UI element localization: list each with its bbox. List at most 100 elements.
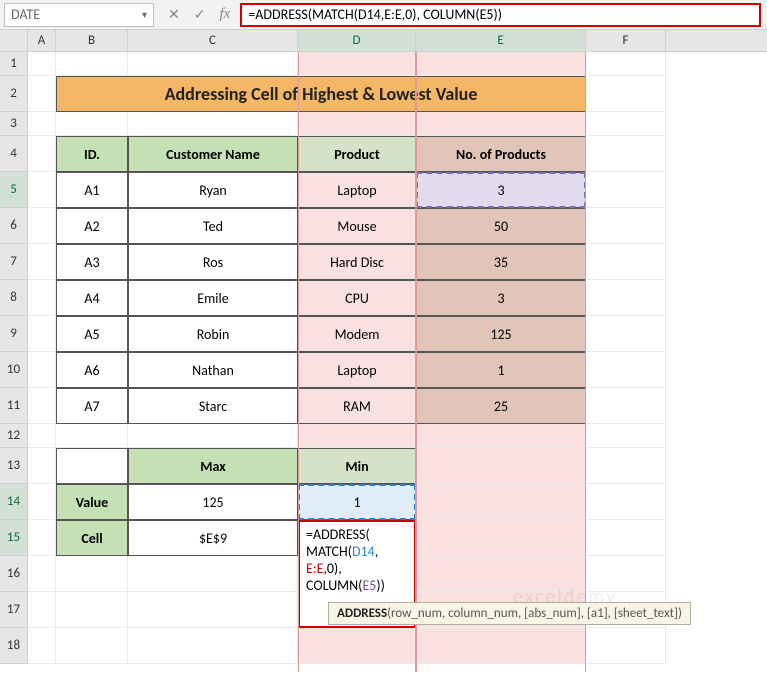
- fx-icon[interactable]: fx: [219, 6, 230, 23]
- td-product[interactable]: RAM: [298, 388, 416, 424]
- cell[interactable]: [298, 112, 416, 136]
- cell[interactable]: [586, 76, 666, 112]
- td-product[interactable]: Laptop: [298, 352, 416, 388]
- cell[interactable]: [586, 208, 666, 244]
- row-header-11[interactable]: 11: [0, 388, 28, 424]
- max-value[interactable]: 125: [128, 484, 298, 520]
- row-header-15[interactable]: 15: [0, 520, 28, 556]
- row-header-3[interactable]: 3: [0, 112, 28, 136]
- cell[interactable]: [28, 244, 56, 280]
- td-id[interactable]: A5: [56, 316, 128, 352]
- cell[interactable]: [298, 424, 416, 448]
- max-label[interactable]: Max: [128, 448, 298, 484]
- cell[interactable]: [586, 52, 666, 76]
- cell[interactable]: [586, 388, 666, 424]
- cell[interactable]: [56, 424, 128, 448]
- td-qty[interactable]: 125: [416, 316, 586, 352]
- min-label[interactable]: Min: [298, 448, 416, 484]
- cell[interactable]: [586, 448, 666, 484]
- name-box[interactable]: DATE ▾: [4, 3, 154, 27]
- row-header-12[interactable]: 12: [0, 424, 28, 448]
- td-qty[interactable]: 35: [416, 244, 586, 280]
- cell[interactable]: [416, 628, 586, 664]
- td-customer[interactable]: Ros: [128, 244, 298, 280]
- cell[interactable]: [586, 244, 666, 280]
- cell[interactable]: [416, 52, 586, 76]
- cell[interactable]: [28, 448, 56, 484]
- cell[interactable]: [128, 52, 298, 76]
- cell[interactable]: [586, 484, 666, 520]
- row-header-16[interactable]: 16: [0, 556, 28, 592]
- cell[interactable]: [28, 136, 56, 172]
- cell[interactable]: [416, 520, 586, 556]
- row-header-5[interactable]: 5: [0, 172, 28, 208]
- td-product[interactable]: CPU: [298, 280, 416, 316]
- td-qty[interactable]: 1: [416, 352, 586, 388]
- row-header-7[interactable]: 7: [0, 244, 28, 280]
- th-qty[interactable]: No. of Products: [416, 136, 586, 172]
- cancel-icon[interactable]: ✕: [168, 6, 180, 23]
- cell[interactable]: [128, 628, 298, 664]
- col-header-F[interactable]: F: [586, 30, 666, 51]
- cell[interactable]: [586, 424, 666, 448]
- td-id[interactable]: A1: [56, 172, 128, 208]
- row-header-10[interactable]: 10: [0, 352, 28, 388]
- td-customer[interactable]: Emile: [128, 280, 298, 316]
- cell[interactable]: [586, 316, 666, 352]
- cell[interactable]: [586, 172, 666, 208]
- td-id[interactable]: A3: [56, 244, 128, 280]
- td-qty[interactable]: 3: [416, 280, 586, 316]
- cell[interactable]: [298, 52, 416, 76]
- cell[interactable]: [28, 556, 56, 592]
- td-id[interactable]: A4: [56, 280, 128, 316]
- cell[interactable]: [28, 388, 56, 424]
- title-cell[interactable]: Addressing Cell of Highest & Lowest Valu…: [56, 76, 586, 112]
- cell[interactable]: [416, 424, 586, 448]
- cell[interactable]: [56, 52, 128, 76]
- row-header-13[interactable]: 13: [0, 448, 28, 484]
- cell[interactable]: [416, 112, 586, 136]
- cell[interactable]: [56, 448, 128, 484]
- cell[interactable]: [28, 628, 56, 664]
- cell[interactable]: [586, 556, 666, 592]
- row-header-9[interactable]: 9: [0, 316, 28, 352]
- cell[interactable]: [586, 136, 666, 172]
- cell[interactable]: [28, 424, 56, 448]
- cell[interactable]: [416, 448, 586, 484]
- td-id[interactable]: A2: [56, 208, 128, 244]
- td-customer[interactable]: Ted: [128, 208, 298, 244]
- cell[interactable]: [28, 592, 56, 628]
- cell[interactable]: [56, 628, 128, 664]
- td-customer[interactable]: Robin: [128, 316, 298, 352]
- td-product[interactable]: Laptop: [298, 172, 416, 208]
- cell[interactable]: [28, 484, 56, 520]
- row-header-17[interactable]: 17: [0, 592, 28, 628]
- cell[interactable]: [128, 592, 298, 628]
- cell[interactable]: [128, 112, 298, 136]
- cell[interactable]: [416, 556, 586, 592]
- th-product[interactable]: Product: [298, 136, 416, 172]
- cell[interactable]: [28, 280, 56, 316]
- cell[interactable]: [586, 520, 666, 556]
- col-header-E[interactable]: E: [416, 30, 586, 51]
- row-header-14[interactable]: 14: [0, 484, 28, 520]
- row-header-6[interactable]: 6: [0, 208, 28, 244]
- max-cell[interactable]: $E$9: [128, 520, 298, 556]
- col-header-A[interactable]: A: [28, 30, 56, 51]
- td-customer[interactable]: Nathan: [128, 352, 298, 388]
- cell[interactable]: [586, 628, 666, 664]
- enter-icon[interactable]: ✓: [194, 6, 206, 23]
- row-header-4[interactable]: 4: [0, 136, 28, 172]
- cell[interactable]: [416, 484, 586, 520]
- td-customer[interactable]: Starc: [128, 388, 298, 424]
- cell[interactable]: [28, 52, 56, 76]
- cell[interactable]: [28, 208, 56, 244]
- cell[interactable]: [28, 76, 56, 112]
- td-id[interactable]: A7: [56, 388, 128, 424]
- name-box-dropdown-icon[interactable]: ▾: [142, 8, 147, 21]
- td-customer[interactable]: Ryan: [128, 172, 298, 208]
- th-id[interactable]: ID.: [56, 136, 128, 172]
- cell[interactable]: [28, 316, 56, 352]
- td-qty[interactable]: 25: [416, 388, 586, 424]
- td-qty-E5[interactable]: 3: [416, 172, 586, 208]
